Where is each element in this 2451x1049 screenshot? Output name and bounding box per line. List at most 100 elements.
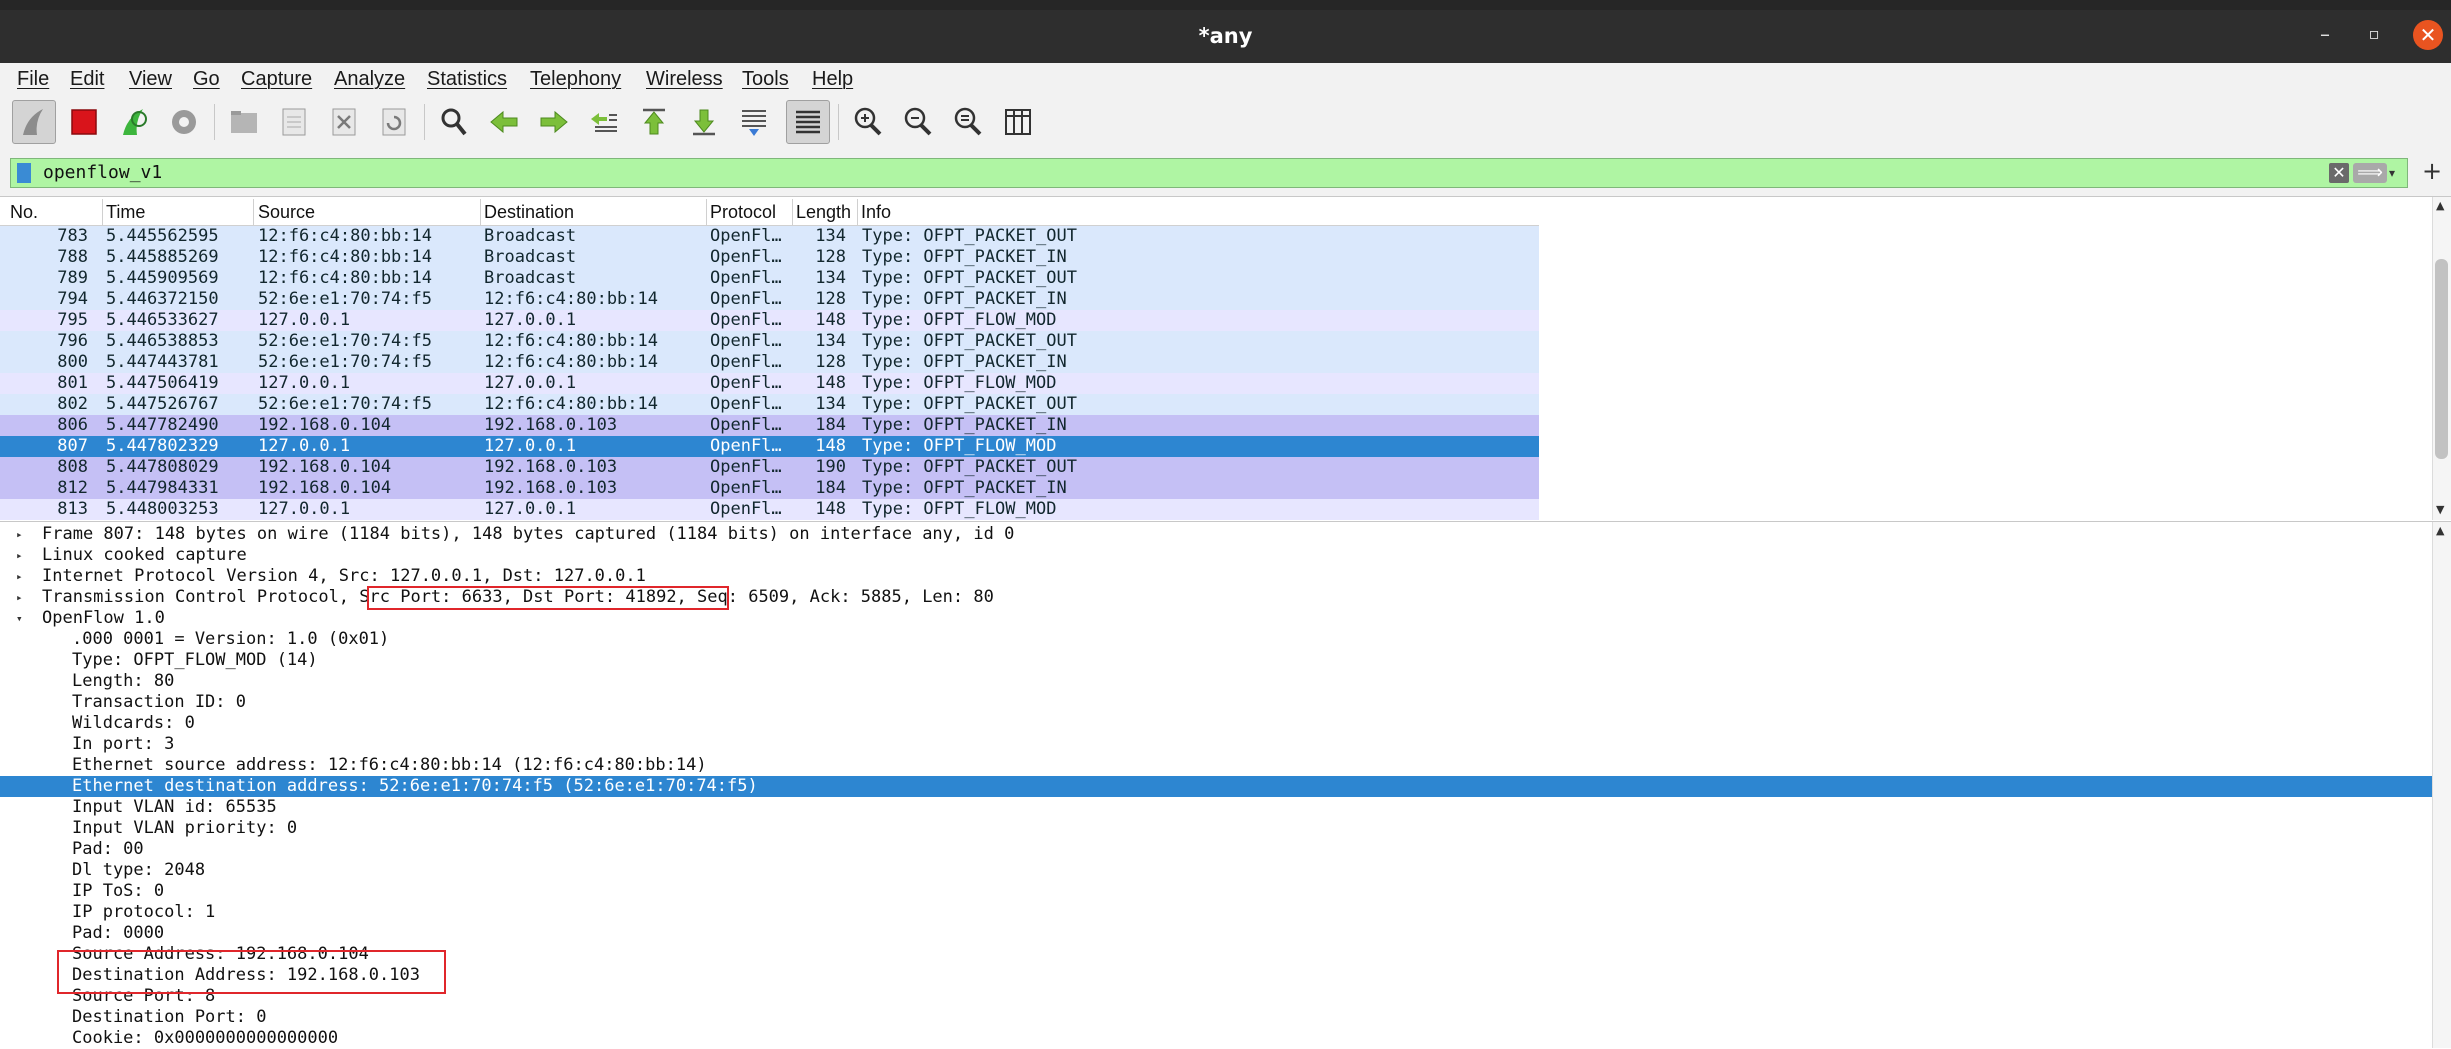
- collapsed-triangle-icon[interactable]: ▸: [16, 587, 23, 608]
- detail-row[interactable]: Transaction ID: 0: [0, 692, 2432, 713]
- packet-list-scrollbar[interactable]: ▲ ▼: [2432, 197, 2451, 520]
- table-row[interactable]: 794 5.446372150 52:6e:e1:70:74:f5 12:f6:c4:…: [0, 289, 1539, 310]
- go-forward-icon[interactable]: [532, 100, 576, 144]
- detail-text: Pad: 0000: [72, 923, 165, 943]
- add-filter-button-icon[interactable]: +: [2422, 157, 2442, 185]
- table-row[interactable]: 795 5.446533627 127.0.0.1 127.0.0.1 OpenFl… 1…: [0, 310, 1539, 331]
- table-row[interactable]: 813 5.448003253 127.0.0.1 127.0.0.1 OpenFl… 1…: [0, 499, 1539, 520]
- menu-wireless[interactable]: Wireless: [646, 68, 723, 91]
- column-destination[interactable]: Destination: [484, 202, 574, 223]
- auto-scroll-icon[interactable]: [732, 100, 776, 144]
- table-row[interactable]: 812 5.447984331 192.168.0.104 192.168.0.103…: [0, 478, 1539, 499]
- colorize-icon[interactable]: [786, 100, 830, 144]
- detail-row[interactable]: Type: OFPT_FLOW_MOD (14): [0, 650, 2432, 671]
- reload-file-icon[interactable]: [372, 100, 416, 144]
- detail-row[interactable]: .000 0001 = Version: 1.0 (0x01): [0, 629, 2432, 650]
- table-row[interactable]: 801 5.447506419 127.0.0.1 127.0.0.1 OpenFl… 1…: [0, 373, 1539, 394]
- cell-time: 5.446372150: [106, 289, 219, 309]
- detail-row[interactable]: Cookie: 0x0000000000000000: [0, 1028, 2432, 1049]
- cell-info: Type: OFPT_PACKET_OUT: [862, 394, 1077, 414]
- filter-history-dropdown-icon[interactable]: ▾: [2389, 166, 2395, 180]
- detail-text: .000 0001 = Version: 1.0 (0x01): [72, 629, 390, 649]
- table-row[interactable]: 788 5.445885269 12:f6:c4:80:bb:14 Broadcast…: [0, 247, 1539, 268]
- normal-size-icon[interactable]: [946, 100, 990, 144]
- collapsed-triangle-icon[interactable]: ▸: [16, 566, 23, 587]
- table-row[interactable]: 806 5.447782490 192.168.0.104 192.168.0.103…: [0, 415, 1539, 436]
- column-info[interactable]: Info: [861, 202, 891, 223]
- zoom-in-icon[interactable]: [846, 100, 890, 144]
- menu-file[interactable]: File: [17, 68, 49, 91]
- expanded-triangle-icon[interactable]: ▾: [16, 608, 23, 629]
- column-no[interactable]: No.: [10, 202, 38, 223]
- cell-info: Type: OFPT_PACKET_IN: [862, 352, 1067, 372]
- table-row[interactable]: 783 5.445562595 12:f6:c4:80:bb:14 Broadcast…: [0, 226, 1539, 247]
- display-filter-input[interactable]: openflow_v1 ✕ ⟹: [10, 158, 2408, 188]
- go-back-icon[interactable]: [482, 100, 526, 144]
- open-file-icon[interactable]: [222, 100, 266, 144]
- bookmark-icon[interactable]: [17, 163, 31, 183]
- menu-edit[interactable]: Edit: [70, 68, 104, 91]
- menu-go[interactable]: Go: [193, 68, 220, 91]
- detail-row[interactable]: Ethernet source address: 12:f6:c4:80:bb:…: [0, 755, 2432, 776]
- column-length[interactable]: Length: [796, 202, 851, 223]
- column-protocol[interactable]: Protocol: [710, 202, 776, 223]
- table-row[interactable]: 807 5.447802329 127.0.0.1 127.0.0.1 OpenFl… 1…: [0, 436, 1539, 457]
- table-row[interactable]: 800 5.447443781 52:6e:e1:70:74:f5 12:f6:c4:…: [0, 352, 1539, 373]
- resize-columns-icon[interactable]: [996, 100, 1040, 144]
- detail-row[interactable]: Input VLAN priority: 0: [0, 818, 2432, 839]
- detail-row[interactable]: Pad: 00: [0, 839, 2432, 860]
- minimize-button[interactable]: –: [2313, 22, 2337, 46]
- maximize-button[interactable]: ▫: [2362, 22, 2386, 46]
- detail-row[interactable]: Wildcards: 0: [0, 713, 2432, 734]
- menu-analyze[interactable]: Analyze: [334, 68, 405, 91]
- detail-text: Cookie: 0x0000000000000000: [72, 1028, 339, 1048]
- detail-row[interactable]: ▾ OpenFlow 1.0: [0, 608, 2432, 629]
- menu-tools[interactable]: Tools: [742, 68, 789, 91]
- last-packet-icon[interactable]: [682, 100, 726, 144]
- detail-row[interactable]: Length: 80: [0, 671, 2432, 692]
- detail-row[interactable]: Destination Port: 0: [0, 1007, 2432, 1028]
- capture-options-icon[interactable]: [162, 100, 206, 144]
- table-row[interactable]: 802 5.447526767 52:6e:e1:70:74:f5 12:f6:c4:…: [0, 394, 1539, 415]
- column-source[interactable]: Source: [258, 202, 315, 223]
- table-row[interactable]: 796 5.446538853 52:6e:e1:70:74:f5 12:f6:c4:…: [0, 331, 1539, 352]
- shark-fin-start-icon[interactable]: [12, 100, 56, 144]
- close-file-icon[interactable]: [322, 100, 366, 144]
- collapsed-triangle-icon[interactable]: ▸: [16, 545, 23, 566]
- menu-telephony[interactable]: Telephony: [530, 68, 621, 91]
- column-time[interactable]: Time: [106, 202, 145, 223]
- detail-row[interactable]: ▸ Linux cooked capture: [0, 545, 2432, 566]
- detail-row[interactable]: Pad: 0000: [0, 923, 2432, 944]
- menu-help[interactable]: Help: [812, 68, 853, 91]
- detail-row[interactable]: IP ToS: 0: [0, 881, 2432, 902]
- close-button[interactable]: ✕: [2413, 20, 2443, 50]
- collapsed-triangle-icon[interactable]: ▸: [16, 524, 23, 545]
- detail-row[interactable]: ▸ Internet Protocol Version 4, Src: 127.0…: [0, 566, 2432, 587]
- details-scrollbar[interactable]: ▲: [2432, 522, 2451, 1048]
- cell-time: 5.445909569: [106, 268, 219, 288]
- restart-capture-icon[interactable]: [112, 100, 156, 144]
- save-file-icon[interactable]: [272, 100, 316, 144]
- zoom-out-icon[interactable]: [896, 100, 940, 144]
- menu-statistics[interactable]: Statistics: [427, 68, 507, 91]
- table-row[interactable]: 789 5.445909569 12:f6:c4:80:bb:14 Broadcast…: [0, 268, 1539, 289]
- detail-row[interactable]: IP protocol: 1: [0, 902, 2432, 923]
- clear-filter-icon[interactable]: ✕: [2329, 163, 2349, 183]
- go-to-packet-icon[interactable]: [582, 100, 626, 144]
- detail-row[interactable]: In port: 3: [0, 734, 2432, 755]
- detail-row[interactable]: Ethernet destination address: 52:6e:e1:7…: [0, 776, 2432, 797]
- find-packet-icon[interactable]: [432, 100, 476, 144]
- apply-filter-icon[interactable]: ⟹: [2353, 163, 2387, 183]
- menu-view[interactable]: View: [129, 68, 172, 91]
- first-packet-icon[interactable]: [632, 100, 676, 144]
- table-row[interactable]: 808 5.447808029 192.168.0.104 192.168.0.103…: [0, 457, 1539, 478]
- detail-row[interactable]: ▸ Frame 807: 148 bytes on wire (1184 bits…: [0, 524, 2432, 545]
- menu-capture[interactable]: Capture: [241, 68, 312, 91]
- detail-row[interactable]: Input VLAN id: 65535: [0, 797, 2432, 818]
- detail-row[interactable]: ▸ Transmission Control Protocol, Src Port…: [0, 587, 2432, 608]
- filter-text[interactable]: openflow_v1: [43, 162, 162, 183]
- stop-capture-icon[interactable]: [62, 100, 106, 144]
- scrollbar-thumb[interactable]: [2435, 259, 2448, 459]
- detail-row[interactable]: Dl type: 2048: [0, 860, 2432, 881]
- cell-time: 5.447443781: [106, 352, 219, 372]
